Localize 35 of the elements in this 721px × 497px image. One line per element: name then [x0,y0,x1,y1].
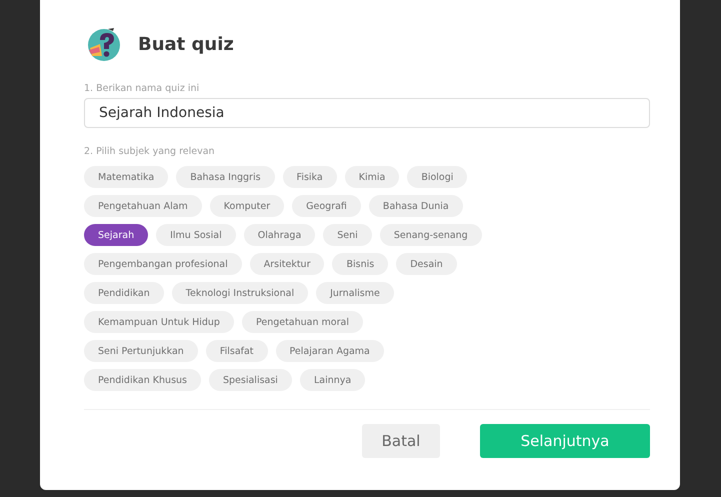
subject-chip[interactable]: Seni Pertunjukkan [84,340,198,362]
subject-chip[interactable]: Pengetahuan moral [242,311,363,333]
subject-chip[interactable]: Kimia [344,166,400,188]
subject-chip[interactable]: Desain [396,253,457,275]
subject-chip[interactable]: Bahasa Dunia [368,195,463,217]
dialog-title: Buat quiz [138,34,234,54]
subject-chip[interactable]: Senang-senang [380,224,482,246]
subject-chip[interactable]: Fisika [282,166,337,188]
subject-chip[interactable]: Lainnya [300,369,366,391]
subject-chip[interactable]: Sejarah [84,224,148,246]
subject-chip[interactable]: Pendidikan [84,282,164,304]
field-label: 2. Pilih subjek yang relevan [84,146,216,157]
subject-chip[interactable]: Geografi [292,195,361,217]
subject-chip[interactable]: Filsafat [206,340,268,362]
subject-chip[interactable]: Ilmu Sosial [156,224,236,246]
subject-chip[interactable]: Olahraga [244,224,316,246]
subject-chip[interactable]: Spesialisasi [208,369,292,391]
quiz-name-field[interactable]: Sejarah Indonesia [84,98,650,128]
subject-chip[interactable]: Matematika [84,166,168,188]
cancel-button[interactable]: Batal [362,424,440,458]
subject-chip[interactable]: Jurnalisme [316,282,394,304]
subject-chip[interactable]: Pengetahuan Alam [84,195,202,217]
subject-chip[interactable]: Pengembangan profesional [84,253,242,275]
subject-chip[interactable]: Biologi [407,166,468,188]
subject-chip[interactable]: Seni [323,224,372,246]
subject-chip[interactable]: Teknologi Instruksional [172,282,308,304]
subject-chip[interactable]: Bisnis [332,253,388,275]
subject-chip[interactable]: Kemampuan Untuk Hidup [84,311,234,333]
subject-chip[interactable]: Arsitektur [250,253,324,275]
subject-chip[interactable]: Bahasa Inggris [176,166,275,188]
subject-chip[interactable]: Komputer [210,195,284,217]
next-button[interactable]: Selanjutnya [480,424,650,458]
subject-chip[interactable]: Pendidikan Khusus [84,369,201,391]
field-label: 1. Berikan nama quiz ini [84,83,200,94]
subject-chip[interactable]: Pelajaran Agama [276,340,384,362]
